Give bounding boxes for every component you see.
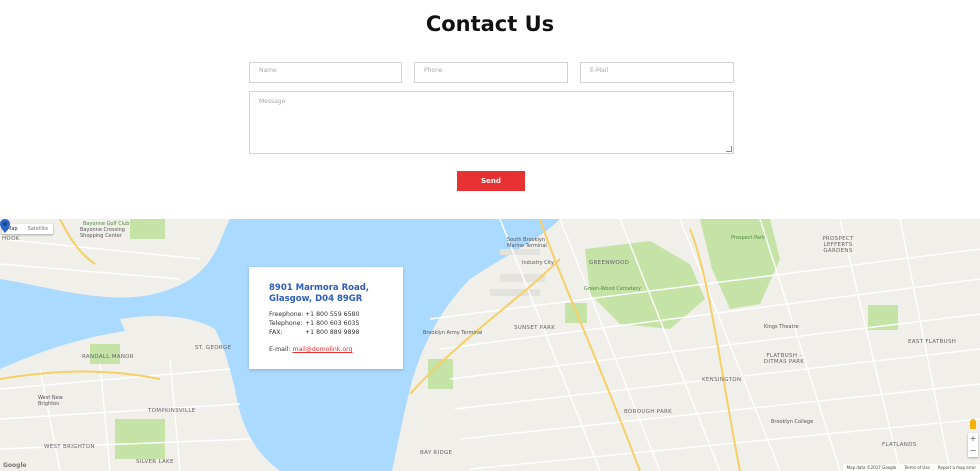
map-label: Bayonne Crossing Shopping Center [80, 227, 125, 239]
map-label: Brooklyn Army Terminal [423, 330, 483, 336]
map-label: PROSPECT LEFFERTS GARDENS [822, 236, 854, 254]
green-wood-cemetery [585, 241, 705, 329]
map-type-satellite[interactable]: Satellite [23, 224, 53, 234]
address-line-1: 8901 Marmora Road, [269, 283, 370, 293]
map-label: FLATBUSH - DITMAS PARK [763, 353, 805, 365]
zoom-in-icon[interactable]: + [968, 433, 978, 445]
location-pin-icon[interactable] [0, 219, 10, 233]
email-row: E-mail: mail@demolink.org [269, 346, 383, 353]
address-line-2: Glasgow, D04 89GR [269, 294, 363, 304]
map-label: HOOK [2, 236, 20, 242]
freephone-row: Freephone: +1 800 559 6580 [269, 310, 383, 319]
map-label: South Brooklyn Marine Terminal [507, 237, 547, 249]
map-label: Industry City [522, 260, 554, 266]
email-placeholder: E-Mail [590, 67, 609, 74]
map-label: BAY RIDGE [420, 450, 453, 456]
fax-row: FAX: +1 800 889 9898 [269, 328, 383, 337]
map-label: EAST FLATBUSH [908, 339, 957, 345]
attribution-map-data: Map data ©2017 Google [846, 465, 897, 470]
map-label: Green-Wood Cemetery [584, 286, 641, 292]
fax-value: +1 800 889 9898 [305, 329, 360, 336]
map-label: KENSINGTON [702, 377, 742, 383]
zoom-control[interactable]: + − [968, 433, 978, 457]
map-label: WEST BRIGHTON [44, 444, 95, 450]
freephone-value: +1 800 559 6580 [305, 311, 360, 318]
attribution-terms-link[interactable]: Terms of Use [904, 465, 930, 470]
pier-3 [500, 249, 540, 255]
map-label: Kings Theatre [764, 324, 799, 330]
send-button[interactable]: Send [457, 171, 525, 191]
name-field[interactable]: Name [249, 62, 402, 83]
google-logo: Google [3, 462, 27, 469]
resize-handle[interactable] [726, 146, 732, 152]
name-placeholder: Name [259, 67, 277, 74]
phone-field[interactable]: Phone [414, 62, 568, 83]
freephone-label: Freephone: [269, 311, 304, 318]
telephone-row: Telephone: +1 800 603 6035 [269, 319, 383, 328]
contact-card: 8901 Marmora Road, Glasgow, D04 89GR Fre… [249, 267, 403, 369]
map-label: Brooklyn College [771, 419, 814, 425]
telephone-label: Telephone: [269, 320, 303, 327]
map-background [0, 219, 980, 471]
park-patch-4 [115, 419, 165, 459]
message-field[interactable]: Message [249, 91, 734, 154]
pier-2 [490, 289, 540, 296]
prospect-park [700, 219, 780, 309]
zoom-out-icon[interactable]: − [968, 445, 978, 457]
map-label: West New Brighton [38, 395, 63, 407]
email-link[interactable]: mail@demolink.org [292, 346, 352, 353]
map-label: GREENWOOD [589, 260, 630, 266]
phone-placeholder: Phone [424, 67, 443, 74]
message-placeholder: Message [259, 98, 286, 105]
map-label: TOMPKINSVILLE [148, 408, 196, 414]
telephone-value: +1 800 603 6035 [305, 320, 360, 327]
map-label: ST. GEORGE [195, 345, 232, 351]
attribution-report-link[interactable]: Report a map error [938, 465, 976, 470]
map-label: Prospect Park [731, 235, 765, 241]
map-label: BOROUGH PARK [624, 409, 673, 415]
map-label: SUNSET PARK [514, 325, 556, 331]
fax-label: FAX: [269, 329, 283, 336]
map[interactable]: Map Satellite HOOK Bayonne Golf Club Bay… [0, 219, 980, 471]
page-title: Contact Us [425, 12, 555, 36]
map-label: SILVER LAKE [136, 459, 174, 465]
email-field[interactable]: E-Mail [580, 62, 734, 83]
map-attribution: Map data ©2017 Google Terms of Use Repor… [842, 464, 980, 471]
pegman-icon[interactable] [970, 419, 976, 429]
map-label: FLATLANDS [882, 442, 917, 448]
email-label: E-mail: [269, 346, 291, 353]
map-label: RANDALL MANOR [82, 354, 134, 360]
